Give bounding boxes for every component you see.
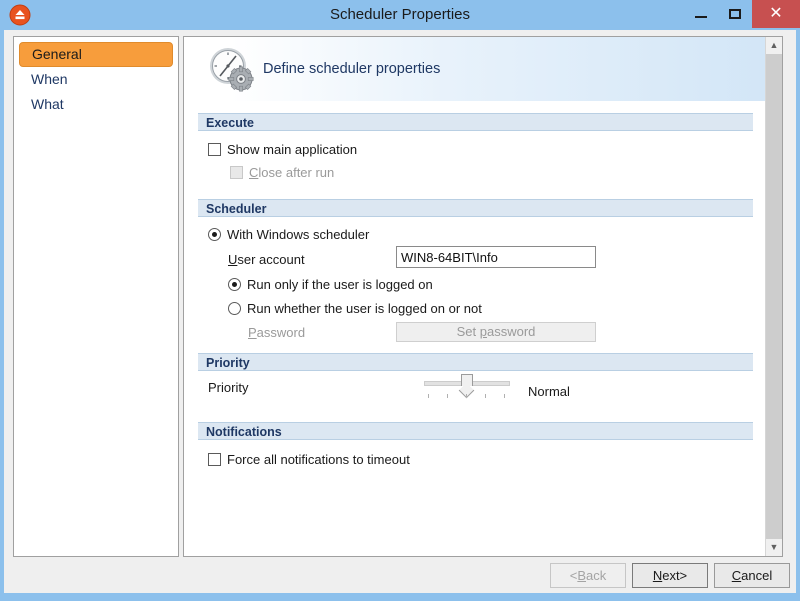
section-header-notifications: Notifications bbox=[198, 422, 753, 440]
checkbox-box-icon bbox=[230, 166, 243, 179]
priority-slider[interactable] bbox=[424, 373, 510, 401]
radio-dot-icon bbox=[208, 228, 221, 241]
close-icon: ✕ bbox=[769, 5, 783, 22]
section-header-priority: Priority bbox=[198, 353, 753, 371]
section-header-scheduler: Scheduler bbox=[198, 199, 753, 217]
label-accel: U bbox=[228, 252, 238, 267]
banner-title: Define scheduler properties bbox=[263, 61, 441, 77]
radio-label: With Windows scheduler bbox=[227, 227, 370, 242]
sidebar-item-what[interactable]: What bbox=[19, 92, 173, 117]
label-priority: Priority bbox=[208, 380, 249, 395]
panel-banner: Define scheduler properties bbox=[184, 37, 765, 102]
button-accel: B bbox=[577, 568, 587, 583]
checkbox-label: lose after run bbox=[258, 165, 335, 180]
priority-value-text: Normal bbox=[528, 384, 570, 399]
checkbox-box-icon bbox=[208, 143, 221, 156]
window-title: Scheduler Properties bbox=[329, 6, 471, 23]
set-password-button: Set password bbox=[396, 322, 596, 342]
radio-run-only-if-logged-on[interactable]: Run only if the user is logged on bbox=[228, 277, 433, 292]
minimize-icon bbox=[695, 16, 707, 18]
label-password: Password bbox=[248, 325, 306, 340]
sidebar-item-label: What bbox=[31, 96, 64, 112]
checkbox-show-main-application[interactable]: Show main application bbox=[208, 142, 357, 157]
radio-label: Run only if the user is logged on bbox=[247, 277, 433, 292]
navigation-sidebar: General When What bbox=[13, 36, 179, 557]
properties-panel: Define scheduler properties Execute Show… bbox=[183, 36, 783, 557]
scrollbar-thumb[interactable] bbox=[766, 54, 782, 539]
sidebar-item-label: General bbox=[32, 46, 82, 62]
sidebar-item-general[interactable]: General bbox=[19, 42, 173, 67]
radio-run-whether-logged-on[interactable]: Run whether the user is logged on or not bbox=[228, 301, 482, 316]
section-header-execute: Execute bbox=[198, 113, 753, 131]
next-button[interactable]: Next> bbox=[632, 563, 708, 588]
radio-circle-icon bbox=[228, 302, 241, 315]
checkbox-force-notifications-timeout[interactable]: Force all notifications to timeout bbox=[208, 452, 410, 467]
cancel-button[interactable]: Cancel bbox=[714, 563, 790, 588]
slider-thumb[interactable] bbox=[461, 374, 473, 386]
label-accel: P bbox=[248, 325, 257, 340]
button-accel: N bbox=[652, 568, 663, 583]
scroll-up-arrow-icon[interactable]: ▲ bbox=[766, 37, 782, 54]
clock-gear-icon bbox=[206, 45, 256, 95]
checkbox-label: Show main application bbox=[227, 142, 358, 157]
sidebar-item-when[interactable]: When bbox=[19, 67, 173, 92]
sidebar-item-label: When bbox=[31, 71, 68, 87]
scheduler-properties-window: Scheduler Properties ✕ General When What bbox=[0, 0, 800, 601]
scroll-down-arrow-icon[interactable]: ▼ bbox=[766, 539, 782, 556]
properties-panel-content: Define scheduler properties Execute Show… bbox=[184, 37, 765, 556]
radio-with-windows-scheduler[interactable]: With Windows scheduler bbox=[208, 227, 369, 242]
panel-scrollbar[interactable]: ▲ ▼ bbox=[765, 37, 782, 556]
slider-ticks bbox=[424, 394, 510, 399]
checkbox-box-icon bbox=[208, 453, 221, 466]
radio-label: Run whether the user is logged on or not bbox=[247, 301, 482, 316]
minimize-button[interactable] bbox=[684, 0, 718, 28]
checkbox-label: Force all notifications to timeout bbox=[227, 452, 410, 467]
client-area: General When What Define scheduler prope… bbox=[4, 30, 796, 593]
window-controls: ✕ bbox=[684, 0, 800, 30]
button-accel: p bbox=[479, 324, 487, 339]
radio-dot-icon bbox=[228, 278, 241, 291]
user-account-input[interactable] bbox=[396, 246, 596, 268]
maximize-button[interactable] bbox=[718, 0, 752, 28]
back-button: <Back bbox=[550, 563, 626, 588]
checkbox-accel: C bbox=[249, 165, 259, 180]
checkbox-close-after-run: Close after run bbox=[230, 165, 334, 180]
button-accel: C bbox=[731, 568, 742, 583]
title-bar: Scheduler Properties ✕ bbox=[0, 0, 800, 30]
maximize-icon bbox=[729, 9, 741, 19]
close-button[interactable]: ✕ bbox=[752, 0, 800, 28]
label-user-account: User account bbox=[228, 252, 305, 267]
